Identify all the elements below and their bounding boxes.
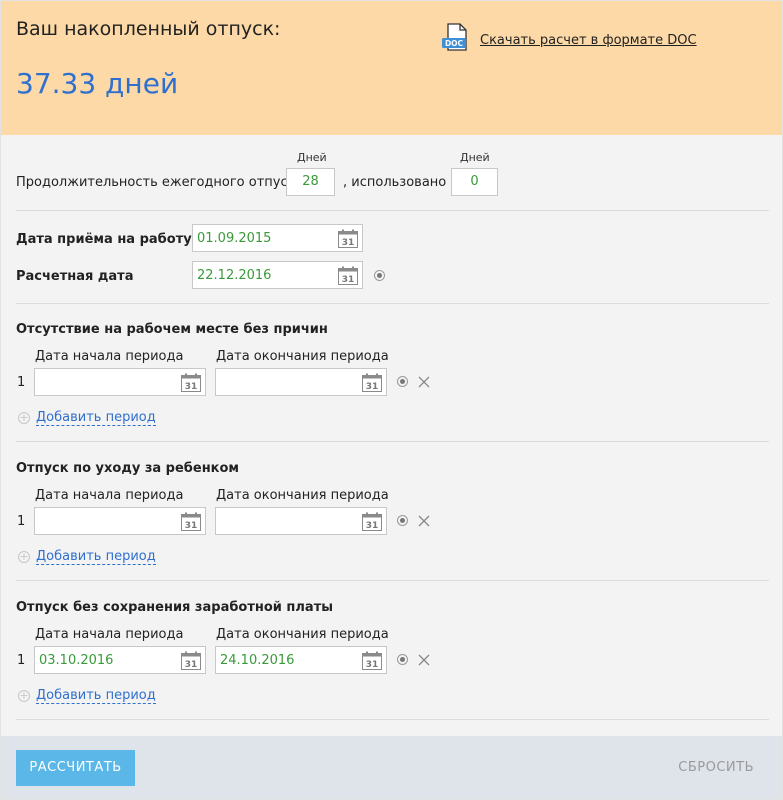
row-number: 1 [17,514,26,529]
used-days-caption: Дней [460,151,490,164]
duration-input[interactable]: 28 [286,168,335,196]
period-start-label: Дата начала периода [35,488,184,503]
add-period-link[interactable]: Добавить период [36,549,156,565]
row-number: 1 [17,653,26,668]
used-label: , использовано [343,175,447,190]
period-start-label: Дата начала периода [35,627,184,642]
calendar-icon[interactable]: 31 [338,266,358,285]
calc-date-value: 22.12.2016 [197,268,272,283]
calculator-form: Дней Дней Продолжительность ежегодного о… [1,135,782,735]
download-doc-link[interactable]: Скачать расчет в формате DOC [480,33,697,48]
add-period-icon[interactable]: + [18,412,30,424]
calc-date-radio[interactable] [374,270,385,281]
calendar-icon[interactable]: 31 [362,512,382,531]
calendar-icon[interactable]: 31 [362,651,382,670]
period-end-field[interactable]: 31 [215,507,387,535]
calendar-icon[interactable]: 31 [362,373,382,392]
period-start-field[interactable]: 03.10.2016 31 [34,646,206,674]
remove-period-icon[interactable] [418,654,430,666]
divider [16,580,769,581]
svg-text:31: 31 [185,382,198,392]
add-period-link[interactable]: Добавить период [36,688,156,704]
add-period-icon[interactable]: + [18,551,30,563]
period-end-field[interactable]: 31 [215,368,387,396]
divider [16,719,769,720]
result-panel: Ваш накопленный отпуск: 37.33 дней DOC С… [1,1,782,135]
period-radio[interactable] [397,654,408,665]
period-radio[interactable] [397,376,408,387]
section-title: Отсутствие на рабочем месте без причин [16,322,328,337]
divider [16,441,769,442]
period-start-field[interactable]: 31 [34,368,206,396]
hire-date-value: 01.09.2015 [197,231,272,246]
hire-date-label: Дата приёма на работу [16,232,192,247]
calc-date-field[interactable]: 22.12.2016 31 [192,261,363,289]
period-radio[interactable] [397,515,408,526]
period-start-field[interactable]: 31 [34,507,206,535]
row-number: 1 [17,375,26,390]
remove-period-icon[interactable] [418,376,430,388]
calendar-icon[interactable]: 31 [181,651,201,670]
period-end-label: Дата окончания периода [216,488,389,503]
svg-text:31: 31 [185,660,198,670]
period-start-value: 03.10.2016 [39,653,114,668]
svg-text:31: 31 [342,238,355,248]
duration-days-caption: Дней [297,151,327,164]
svg-text:31: 31 [185,521,198,531]
section-title: Отпуск по уходу за ребенком [16,461,240,476]
add-period-link[interactable]: Добавить период [36,410,156,426]
calculate-button[interactable]: РАССЧИТАТЬ [16,750,135,786]
calculator-frame: Ваш накопленный отпуск: 37.33 дней DOC С… [0,0,783,800]
period-end-label: Дата окончания периода [216,349,389,364]
calendar-icon[interactable]: 31 [181,512,201,531]
calendar-icon[interactable]: 31 [181,373,201,392]
hire-date-field[interactable]: 01.09.2015 31 [192,224,363,252]
reset-button[interactable]: СБРОСИТЬ [678,760,754,775]
footer-bar: РАССЧИТАТЬ СБРОСИТЬ [1,736,782,799]
calendar-icon[interactable]: 31 [338,229,358,248]
duration-label: Продолжительность ежегодного отпуска [16,175,304,190]
divider [16,303,769,304]
svg-text:31: 31 [342,275,355,285]
result-title: Ваш накопленный отпуск: [16,18,281,40]
doc-badge-text: DOC [445,39,464,48]
svg-text:31: 31 [366,660,379,670]
add-period-icon[interactable]: + [18,690,30,702]
svg-text:31: 31 [366,382,379,392]
period-end-field[interactable]: 24.10.2016 31 [215,646,387,674]
doc-file-icon[interactable]: DOC [441,23,471,53]
section-title: Отпуск без сохранения заработной платы [16,600,333,615]
period-end-label: Дата окончания периода [216,627,389,642]
result-value: 37.33 дней [16,67,179,100]
period-start-label: Дата начала периода [35,349,184,364]
remove-period-icon[interactable] [418,515,430,527]
svg-text:31: 31 [366,521,379,531]
used-input[interactable]: 0 [451,168,498,196]
calc-date-label: Расчетная дата [16,269,134,284]
divider [16,210,769,211]
period-end-value: 24.10.2016 [220,653,295,668]
